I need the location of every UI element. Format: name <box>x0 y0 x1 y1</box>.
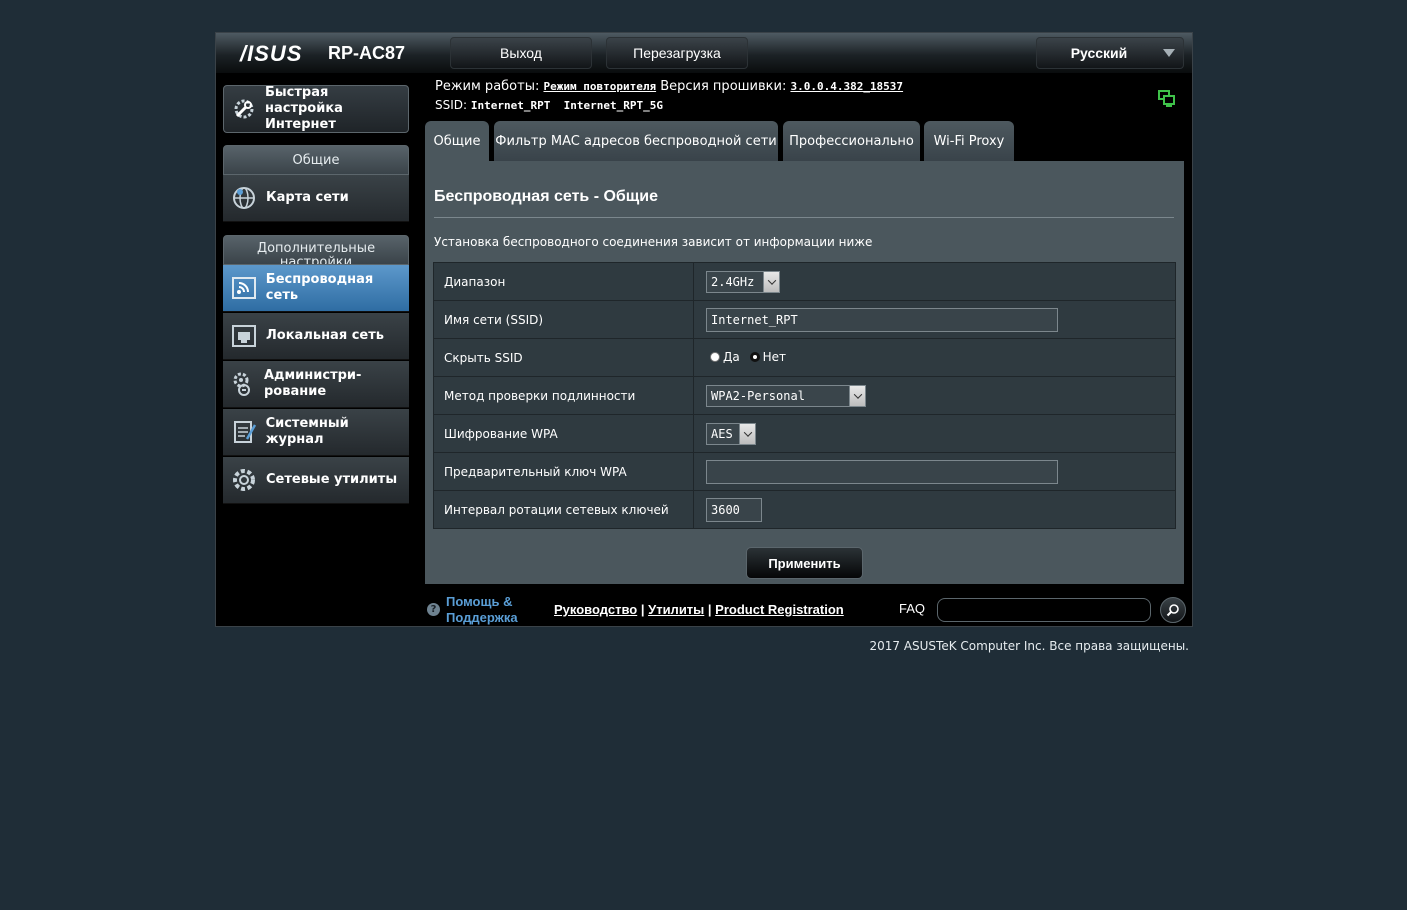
chevron-down-icon <box>739 423 755 444</box>
table-row: Скрыть SSID Да Нет <box>433 338 1176 377</box>
auth-method-value: WPA2-Personal <box>711 388 805 403</box>
chevron-down-icon <box>1163 49 1175 57</box>
sidebar-item-label: Администри-рование <box>264 368 362 399</box>
log-icon <box>230 418 258 446</box>
sidebar-item-administration[interactable]: Администри-рование <box>223 361 409 408</box>
sidebar-item-label: Беспроводная сеть <box>265 272 374 303</box>
wpa-encryption-label: Шифрование WPA <box>433 414 694 453</box>
utilities-link[interactable]: Утилиты <box>648 602 704 617</box>
wpa-key-input[interactable] <box>706 459 1058 484</box>
asus-logo[interactable]: /ISUS <box>240 41 302 67</box>
band-label: Диапазон <box>433 262 694 301</box>
table-row: Предварительный ключ WPA <box>433 452 1176 491</box>
apply-button[interactable]: Применить <box>746 547 863 579</box>
sidebar-item-network-map[interactable]: Карта сети <box>223 175 409 222</box>
quick-setup-button[interactable]: Быстрая настройка Интернет <box>223 85 409 133</box>
quick-setup-label: Быстрая настройка Интернет <box>265 85 343 132</box>
radio-button-selected-icon <box>749 352 760 362</box>
sidebar-item-network-tools[interactable]: Сетевые утилиты <box>223 457 409 504</box>
faq-search-input[interactable] <box>937 598 1151 622</box>
auth-method-label: Метод проверки подлинности <box>433 376 694 415</box>
sidebar-section-advanced: Дополнительные настройки <box>223 235 409 265</box>
sidebar-section-general: Общие <box>223 145 409 175</box>
wrench-icon <box>231 95 257 123</box>
hide-ssid-label: Скрыть SSID <box>433 338 694 377</box>
tab-professional[interactable]: Профессионально <box>783 121 920 161</box>
chevron-down-icon <box>763 271 779 292</box>
ssid-values: Internet_RPT Internet_RPT_5G <box>470 99 663 112</box>
copyright-text: 2017 ASUSTeK Computer Inc. Все права защ… <box>869 639 1189 653</box>
operation-mode-line: Режим работы: Режим повторителя Версия п… <box>435 79 903 94</box>
firmware-label: Версия прошивки: <box>660 79 787 94</box>
ssid-line: SSID: Internet_RPT Internet_RPT_5G <box>435 98 663 112</box>
help-support-link[interactable]: Помощь & Поддержка <box>446 594 526 626</box>
router-admin-window: /ISUS RP-AC87 Выход Перезагрузка Русский… <box>215 32 1193 627</box>
product-registration-link[interactable]: Product Registration <box>715 602 844 617</box>
search-icon <box>1166 604 1179 617</box>
faq-search-button[interactable] <box>1160 597 1186 623</box>
table-row: Шифрование WPA AES <box>433 414 1176 453</box>
wpa-key-label: Предварительный ключ WPA <box>433 452 694 491</box>
ssid-field-label: Имя сети (SSID) <box>433 300 694 339</box>
tab-mac-filter[interactable]: Фильтр MAC адресов беспроводной сети <box>494 121 778 161</box>
ssid-input[interactable]: Internet_RPT <box>706 307 1058 332</box>
sidebar-item-label: Локальная сеть <box>266 328 384 343</box>
manual-link[interactable]: Руководство <box>554 602 637 617</box>
reboot-button[interactable]: Перезагрузка <box>606 37 748 69</box>
radio-label: Нет <box>762 350 786 364</box>
radio-label: Да <box>723 350 740 364</box>
language-select[interactable]: Русский <box>1036 37 1184 69</box>
top-bar: /ISUS RP-AC87 Выход Перезагрузка Русский <box>216 33 1192 73</box>
wpa-encryption-select[interactable]: AES <box>706 422 756 445</box>
operation-mode-label: Режим работы: <box>435 79 540 94</box>
sidebar-item-lan[interactable]: Локальная сеть <box>223 313 409 360</box>
ssid-label: SSID: <box>435 98 468 112</box>
table-row: Имя сети (SSID) Internet_RPT <box>433 300 1176 339</box>
sidebar-item-label: Системный журнал <box>265 416 349 447</box>
lan-icon <box>230 322 258 350</box>
network-status-icon[interactable] <box>1158 89 1176 111</box>
tab-general[interactable]: Общие <box>425 121 489 161</box>
logout-button[interactable]: Выход <box>450 37 592 69</box>
sidebar-item-wireless[interactable]: Беспроводная сеть <box>223 265 409 312</box>
band-value: 2.4GHz <box>711 274 755 289</box>
firmware-version-link[interactable]: 3.0.0.4.382_18537 <box>790 80 903 93</box>
sidebar-item-system-log[interactable]: Системный журнал <box>223 409 409 456</box>
footer-links: Руководство | Утилиты | Product Registra… <box>554 602 844 617</box>
globe-icon <box>230 184 258 212</box>
settings-table: Диапазон 2.4GHz Имя сети (SSID) Internet… <box>433 262 1176 529</box>
title-divider <box>434 217 1174 218</box>
tools-icon <box>230 466 258 494</box>
hide-ssid-yes-radio[interactable]: Да <box>710 350 740 364</box>
table-row: Диапазон 2.4GHz <box>433 262 1176 301</box>
table-row: Интервал ротации сетевых ключей 3600 <box>433 490 1176 529</box>
link-separator: | <box>640 602 645 617</box>
band-select[interactable]: 2.4GHz <box>706 270 780 293</box>
radio-button-icon <box>710 352 720 362</box>
model-name: RP-AC87 <box>328 43 406 63</box>
sidebar-item-label: Сетевые утилиты <box>266 472 398 487</box>
table-row: Метод проверки подлинности WPA2-Personal <box>433 376 1176 415</box>
page-title: Беспроводная сеть - Общие <box>434 188 659 205</box>
language-value: Русский <box>1070 45 1128 61</box>
rekey-interval-input[interactable]: 3600 <box>706 497 762 522</box>
link-separator: | <box>707 602 712 617</box>
tab-wifi-proxy[interactable]: Wi-Fi Proxy <box>924 121 1014 161</box>
wireless-icon <box>230 274 258 302</box>
admin-gear-icon <box>230 370 256 398</box>
page-description: Установка беспроводного соединения завис… <box>434 235 873 249</box>
faq-label: FAQ <box>899 601 926 616</box>
hide-ssid-no-radio[interactable]: Нет <box>749 350 786 364</box>
wireless-general-panel: Беспроводная сеть - Общие Установка бесп… <box>425 161 1184 584</box>
wpa-encryption-value: AES <box>711 426 733 441</box>
chevron-down-icon <box>849 385 865 406</box>
help-icon: ? <box>427 603 440 616</box>
sidebar-item-label: Карта сети <box>266 190 349 205</box>
rekey-interval-label: Интервал ротации сетевых ключей <box>433 490 694 529</box>
auth-method-select[interactable]: WPA2-Personal <box>706 384 866 407</box>
operation-mode-link[interactable]: Режим повторителя <box>543 80 656 93</box>
